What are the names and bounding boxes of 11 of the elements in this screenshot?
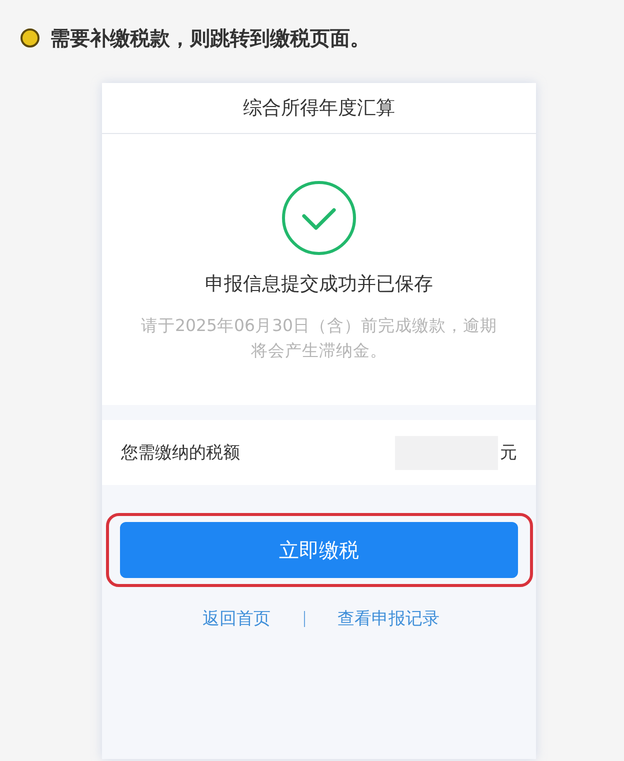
bullet-dot-icon (20, 28, 40, 48)
note-text: 需要补缴税款，则跳转到缴税页面。 (50, 25, 370, 51)
text-link[interactable]: 返回首页 (202, 607, 270, 631)
text-link[interactable]: 查看申报记录 (338, 607, 440, 631)
currency-unit: 元 (500, 442, 517, 464)
status-heading: 申报信息提交成功并已保存 (205, 272, 433, 297)
screen-title: 综合所得年度汇算 (243, 96, 395, 121)
tax-label: 您需缴纳的税额 (121, 442, 240, 464)
check-circle-icon (282, 181, 356, 255)
pay-now-button[interactable]: 立即缴税 (120, 522, 518, 578)
status-message: 请于2025年06月30日（含）前完成缴款，逾期将会产生滞纳金。 (140, 315, 498, 362)
